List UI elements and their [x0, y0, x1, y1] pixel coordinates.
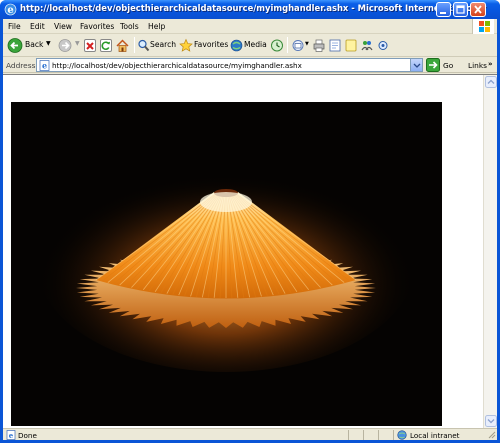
back-button[interactable]: Back	[25, 40, 43, 49]
address-bar: Address e http://localhost/dev/objecthie…	[3, 57, 497, 73]
address-input[interactable]: e http://localhost/dev/objecthierarchica…	[36, 58, 423, 72]
menu-file[interactable]: File	[8, 22, 21, 31]
discuss-icon[interactable]	[344, 37, 358, 54]
status-bar: e Done Local intranet	[3, 428, 497, 440]
svg-text:e: e	[42, 61, 47, 71]
page-viewport	[3, 74, 497, 428]
status-pane	[393, 430, 394, 440]
search-icon[interactable]	[137, 37, 150, 54]
lamp-image	[11, 102, 442, 426]
print-icon[interactable]	[312, 37, 326, 54]
close-button[interactable]	[470, 2, 486, 17]
close-icon	[474, 5, 482, 14]
history-icon[interactable]	[270, 37, 284, 54]
media-button[interactable]: Media	[244, 40, 267, 49]
scroll-up-icon[interactable]	[485, 76, 497, 88]
toolbar-separator	[134, 37, 135, 53]
status-pane	[363, 430, 378, 440]
menu-help[interactable]: Help	[148, 22, 165, 31]
home-icon[interactable]	[115, 37, 130, 54]
back-dropdown-icon[interactable]: ▼	[46, 40, 51, 47]
menu-tools[interactable]: Tools	[120, 22, 139, 31]
intranet-globe-icon	[397, 430, 407, 440]
browser-window: e http://localhost/dev/objecthierarchica…	[0, 0, 500, 443]
go-arrow-icon[interactable]	[426, 58, 440, 72]
scroll-down-icon[interactable]	[485, 415, 497, 427]
edit-page-icon[interactable]	[328, 37, 342, 54]
resize-grip-icon[interactable]	[486, 429, 496, 439]
page-icon: e	[39, 60, 50, 71]
address-label: Address	[6, 61, 36, 70]
title-bar[interactable]: e http://localhost/dev/objecthierarchica…	[0, 0, 500, 19]
menu-view[interactable]: View	[54, 22, 72, 31]
browser-client: File Edit View Favorites Tools Help Back	[3, 19, 497, 440]
messenger-icon[interactable]	[360, 37, 374, 54]
svg-text:e: e	[9, 431, 14, 440]
address-url[interactable]: http://localhost/dev/objecthierarchicald…	[52, 61, 302, 70]
menu-favorites[interactable]: Favorites	[80, 22, 114, 31]
page-done-icon: e	[6, 430, 16, 440]
windows-flag-icon	[479, 21, 490, 32]
status-text: Done	[18, 431, 37, 440]
forward-dropdown-icon[interactable]: ▼	[75, 40, 80, 47]
forward-arrow-icon[interactable]	[57, 37, 73, 54]
favorites-star-icon[interactable]	[179, 37, 193, 54]
back-arrow-icon[interactable]	[7, 37, 23, 54]
lamp-shade-illustration	[11, 102, 442, 426]
vertical-scrollbar[interactable]	[483, 75, 497, 428]
stop-icon[interactable]	[83, 37, 97, 54]
windows-logo	[472, 19, 494, 34]
media-icon[interactable]	[230, 37, 243, 54]
chevron-down-icon	[413, 63, 421, 68]
minimize-button[interactable]	[436, 2, 451, 17]
links-chevron-icon[interactable]: »	[488, 60, 493, 68]
svg-text:e: e	[7, 5, 13, 16]
maximize-button[interactable]	[453, 2, 468, 17]
security-zone-text: Local intranet	[410, 431, 460, 440]
minimize-icon	[440, 12, 446, 14]
links-button[interactable]: Links	[468, 61, 487, 70]
menu-edit[interactable]: Edit	[30, 22, 45, 31]
refresh-icon[interactable]	[99, 37, 113, 54]
window-title: http://localhost/dev/objecthierarchicald…	[20, 3, 487, 13]
favorites-button[interactable]: Favorites	[194, 40, 228, 49]
mail-icon[interactable]	[291, 37, 305, 54]
status-pane	[378, 430, 393, 440]
search-button[interactable]: Search	[150, 40, 176, 49]
ie-logo-icon: e	[4, 3, 17, 16]
research-icon[interactable]	[376, 37, 390, 54]
go-button[interactable]: Go	[443, 61, 453, 70]
toolbar-separator	[287, 37, 288, 53]
mail-dropdown-icon[interactable]: ▼	[305, 41, 309, 47]
status-pane	[348, 430, 363, 440]
menu-bar: File Edit View Favorites Tools Help	[3, 19, 497, 34]
standard-toolbar: Back ▼ ▼ Search Favorites Media ▼	[3, 34, 497, 57]
address-dropdown-button[interactable]	[410, 59, 422, 71]
maximize-icon	[456, 5, 465, 14]
